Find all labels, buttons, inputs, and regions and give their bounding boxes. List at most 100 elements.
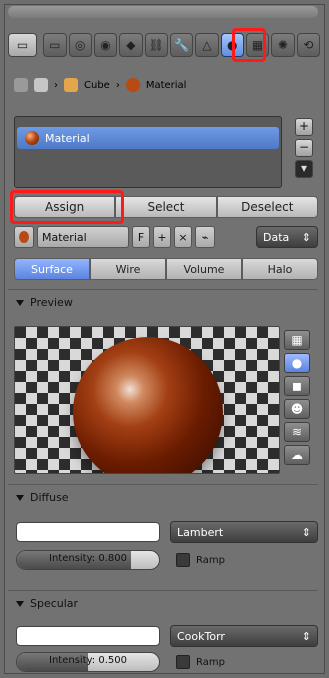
editor-type-button[interactable]: ▭ — [8, 33, 38, 57]
link-icon: ⌁ — [201, 230, 209, 244]
section-divider — [8, 484, 318, 485]
link-data-dropdown[interactable]: Data ⇕ — [256, 226, 318, 248]
specular-color-swatch[interactable] — [16, 626, 160, 646]
preview-sphere — [73, 337, 223, 473]
physics-icon: ⟲ — [303, 38, 314, 52]
top-scrollbar[interactable] — [8, 6, 318, 18]
specular-ramp-label: Ramp — [196, 656, 225, 668]
chevron-updown-icon: ⇕ — [301, 629, 311, 643]
preview-monkey-button[interactable]: ☻ — [284, 399, 310, 419]
specular-shader-dropdown[interactable]: CookTorr ⇕ — [170, 625, 318, 647]
remove-slot-button[interactable]: − — [295, 139, 313, 157]
material-icon — [125, 78, 140, 92]
constraints-tab[interactable]: ⛓ — [144, 33, 168, 57]
context-tabs: ▭ ▭ ◎ ◉ ◆ ⛓ 🔧 △ ● ▦ ✺ ⟲ — [8, 30, 322, 60]
data-tab[interactable]: △ — [195, 33, 219, 57]
specular-intensity-slider[interactable]: Intensity: 0.500 — [16, 652, 160, 672]
pin-icon[interactable] — [14, 78, 28, 92]
preview-title: Preview — [30, 296, 73, 309]
preview-header[interactable]: Preview — [16, 296, 73, 309]
assign-button-highlight — [10, 190, 124, 224]
preview-flat-button[interactable]: ▦ — [284, 330, 310, 350]
scene-icon — [34, 78, 48, 92]
scene-icon: ◎ — [74, 38, 86, 52]
breadcrumb-object: Cube — [84, 79, 110, 91]
tab-halo[interactable]: Halo — [242, 258, 318, 280]
fake-user-icon: F — [137, 230, 145, 244]
preview-sky-button[interactable]: ☁ — [284, 445, 310, 465]
material-slot[interactable]: Material — [17, 127, 279, 149]
material-datablock-row: Material F + × ⌁ Data ⇕ — [14, 226, 318, 248]
link-data-value: Data — [263, 230, 290, 244]
cube-icon: ◼ — [292, 379, 302, 393]
object-tab[interactable]: ◆ — [119, 33, 143, 57]
minus-icon: − — [298, 140, 310, 154]
close-icon: × — [178, 230, 188, 244]
data-icon: △ — [202, 38, 212, 52]
scene-tab[interactable]: ◎ — [68, 33, 92, 57]
modifiers-tab[interactable]: 🔧 — [169, 33, 194, 57]
monkey-icon: ☻ — [290, 402, 304, 416]
material-tab-highlight — [232, 28, 266, 62]
particles-tab[interactable]: ✺ — [271, 33, 295, 57]
material-name-field[interactable]: Material — [37, 226, 129, 248]
fake-user-button[interactable]: F — [132, 226, 150, 248]
disclosure-triangle-icon — [16, 600, 24, 607]
deselect-button[interactable]: Deselect — [216, 196, 318, 218]
preview-sphere-button[interactable]: ● — [284, 353, 310, 373]
specular-ramp-toggle[interactable]: Ramp — [176, 655, 225, 669]
chevron-updown-icon: ⇕ — [301, 525, 311, 539]
tab-volume[interactable]: Volume — [166, 258, 242, 280]
new-material-button[interactable]: + — [153, 226, 171, 248]
checkbox[interactable] — [176, 553, 190, 567]
disclosure-triangle-icon — [16, 299, 24, 306]
preview-hair-button[interactable]: ≋ — [284, 422, 310, 442]
diffuse-intensity-label: Intensity: 0.800 — [49, 553, 127, 564]
diffuse-title: Diffuse — [30, 491, 69, 504]
world-icon: ◉ — [100, 38, 111, 52]
diffuse-shader-value: Lambert — [177, 525, 224, 539]
world-tab[interactable]: ◉ — [93, 33, 118, 57]
object-icon: ◆ — [126, 38, 136, 52]
disclosure-triangle-icon — [16, 494, 24, 501]
material-preview — [14, 326, 280, 474]
diffuse-intensity-slider[interactable]: Intensity: 0.800 — [16, 550, 160, 570]
hair-icon: ≋ — [291, 425, 303, 439]
material-users-button[interactable]: ⌁ — [195, 226, 215, 248]
material-type-tabs: Surface Wire Volume Halo — [14, 258, 318, 280]
diffuse-shader-dropdown[interactable]: Lambert ⇕ — [170, 521, 318, 543]
slot-specials-button[interactable]: ▾ — [295, 160, 313, 178]
slot-list-controls: + − ▾ — [295, 118, 315, 181]
breadcrumb-separator: › — [54, 79, 58, 91]
add-slot-button[interactable]: + — [295, 118, 313, 136]
menu-icon: ▾ — [300, 161, 308, 175]
specular-header[interactable]: Specular — [16, 597, 78, 610]
plus-icon: + — [157, 230, 167, 244]
flat-icon: ▦ — [291, 333, 303, 347]
checkbox[interactable] — [176, 655, 190, 669]
material-slot-list[interactable]: Material — [14, 116, 282, 188]
browse-material-button[interactable] — [14, 226, 34, 248]
specular-intensity-label: Intensity: 0.500 — [49, 655, 127, 666]
select-button[interactable]: Select — [115, 196, 217, 218]
material-name-value: Material — [42, 230, 87, 244]
unlink-material-button[interactable]: × — [174, 226, 192, 248]
diffuse-header[interactable]: Diffuse — [16, 491, 69, 504]
chevron-updown-icon: ⇕ — [301, 230, 311, 244]
render-icon: ▭ — [49, 38, 61, 52]
tab-surface[interactable]: Surface — [14, 258, 90, 280]
section-divider — [8, 590, 318, 591]
render-tab[interactable]: ▭ — [43, 33, 67, 57]
particles-icon: ✺ — [277, 38, 288, 52]
properties-editor-icon: ▭ — [16, 38, 29, 52]
material-slot-label: Material — [45, 131, 90, 145]
diffuse-ramp-label: Ramp — [196, 554, 225, 566]
tab-wire[interactable]: Wire — [90, 258, 166, 280]
specular-shader-value: CookTorr — [177, 629, 225, 643]
modifiers-icon: 🔧 — [174, 38, 190, 52]
material-sphere-icon — [25, 131, 39, 145]
preview-cube-button[interactable]: ◼ — [284, 376, 310, 396]
diffuse-color-swatch[interactable] — [16, 522, 160, 542]
physics-tab[interactable]: ⟲ — [296, 33, 320, 57]
diffuse-ramp-toggle[interactable]: Ramp — [176, 553, 225, 567]
